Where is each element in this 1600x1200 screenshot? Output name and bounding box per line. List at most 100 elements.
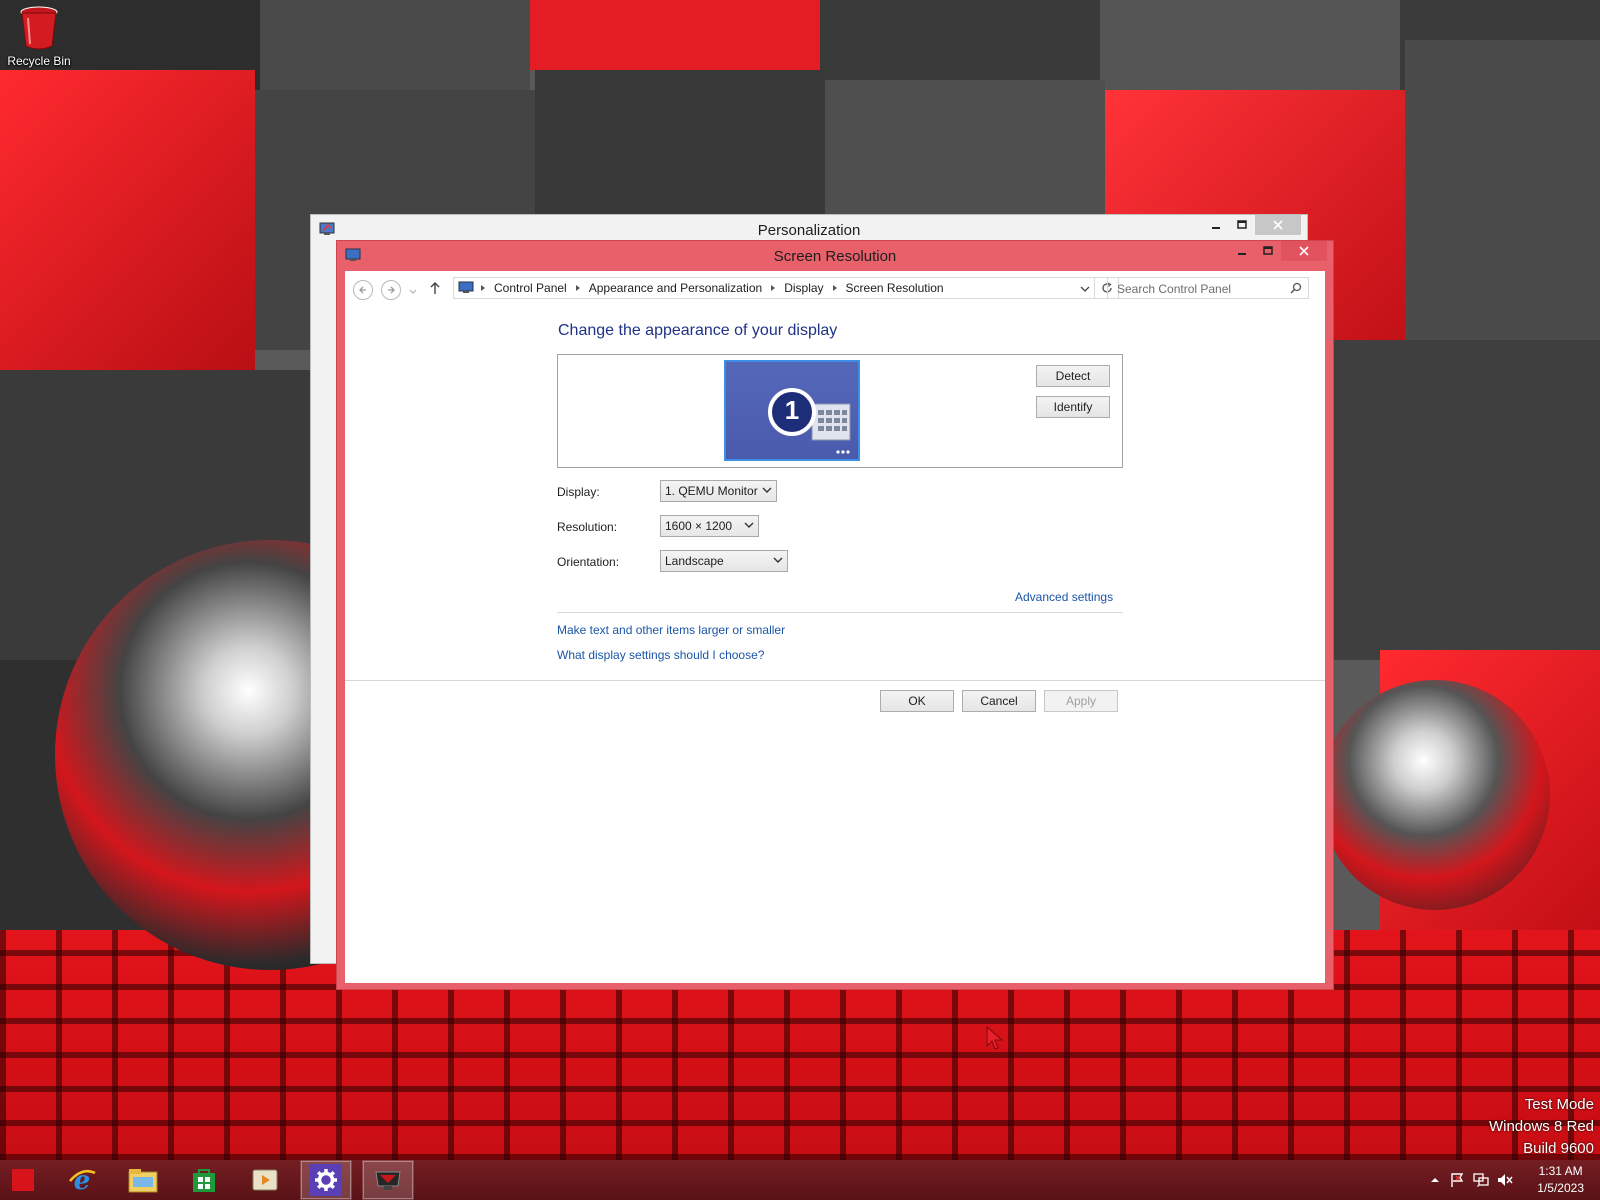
test-mode-watermark: Test Mode Windows 8 Red Build 9600: [1489, 1094, 1594, 1160]
file-explorer-button[interactable]: [117, 1160, 169, 1200]
show-hidden-icons-button[interactable]: [1425, 1176, 1445, 1184]
mouse-cursor-icon: [986, 1026, 1004, 1050]
orientation-select[interactable]: Landscape: [660, 550, 788, 572]
maximize-button[interactable]: [1255, 241, 1281, 261]
display-select-value: 1. QEMU Monitor: [665, 484, 758, 498]
personalization-title: Personalization: [757, 222, 861, 239]
close-button[interactable]: [1255, 215, 1301, 235]
store-icon: [193, 1169, 215, 1192]
internet-explorer-button[interactable]: e: [56, 1160, 108, 1200]
close-icon: [1273, 220, 1283, 230]
breadcrumb-control-panel[interactable]: Control Panel: [494, 281, 567, 295]
navigation-bar: Control Panel Appearance and Personaliza…: [345, 271, 1325, 311]
search-input[interactable]: [1115, 279, 1289, 299]
identify-button[interactable]: Identify: [1036, 396, 1110, 418]
breadcrumb-separator-icon: [771, 285, 776, 291]
control-panel-icon: [458, 281, 474, 293]
watermark-line: Build 9600: [1523, 1140, 1594, 1157]
advanced-settings-link[interactable]: Advanced settings: [1015, 590, 1113, 604]
action-center-button[interactable]: [1445, 1172, 1469, 1188]
start-button[interactable]: [0, 1160, 46, 1200]
monitor-number: 1: [784, 395, 800, 425]
watermark-line: Test Mode: [1524, 1096, 1594, 1113]
network-button[interactable]: [1469, 1172, 1493, 1188]
cancel-button[interactable]: Cancel: [962, 690, 1036, 712]
breadcrumb-separator-icon: [832, 285, 837, 291]
forward-button[interactable]: [381, 280, 401, 300]
media-player-button[interactable]: [239, 1160, 291, 1200]
media-player-icon: [252, 1169, 278, 1191]
wallpaper-cube: [535, 70, 825, 220]
display-label: Display:: [557, 485, 600, 499]
wallpaper-cube: [0, 70, 255, 370]
breadcrumb-separator-icon: [575, 285, 580, 291]
divider: [345, 680, 1325, 681]
up-button[interactable]: [429, 281, 441, 298]
recycle-bin-shortcut[interactable]: Recycle Bin: [6, 6, 72, 68]
store-button[interactable]: [178, 1160, 230, 1200]
minimize-icon: [1212, 227, 1220, 229]
settings-icon: [315, 1169, 337, 1191]
taskbar: e 1:31 AM 1/5/2023: [0, 1160, 1600, 1200]
settings-taskbar-button[interactable]: [300, 1160, 352, 1200]
system-tray: [1425, 1160, 1517, 1200]
breadcrumb-appearance[interactable]: Appearance and Personalization: [589, 281, 762, 295]
screen-resolution-window[interactable]: Screen Resolution Control Panel Appearan…: [336, 240, 1334, 990]
breadcrumb-display[interactable]: Display: [784, 281, 823, 295]
search-box[interactable]: [1107, 277, 1309, 299]
wallpaper-sphere: [1320, 680, 1550, 910]
screen-resolution-titlebar[interactable]: Screen Resolution: [337, 241, 1333, 271]
wallpaper-cube: [1100, 0, 1400, 90]
window-client-area: Control Panel Appearance and Personaliza…: [345, 271, 1325, 983]
minimize-icon: [1238, 253, 1246, 255]
recycle-bin-icon: [19, 6, 59, 50]
breadcrumb-screen-resolution[interactable]: Screen Resolution: [846, 281, 944, 295]
screen-resolution-title: Screen Resolution: [773, 248, 897, 265]
forward-arrow-icon: [388, 286, 395, 294]
recent-locations-button[interactable]: [409, 285, 417, 299]
settings-tile: [310, 1164, 342, 1196]
orientation-select-value: Landscape: [665, 554, 724, 568]
clock[interactable]: 1:31 AM 1/5/2023: [1537, 1163, 1584, 1197]
network-icon: [1473, 1173, 1489, 1187]
detect-button[interactable]: Detect: [1036, 365, 1110, 387]
internet-explorer-icon: e: [69, 1166, 96, 1195]
resolution-select-value: 1600 × 1200: [665, 519, 733, 533]
screen-resolution-window-controls: [1229, 241, 1327, 261]
search-icon[interactable]: [1290, 282, 1302, 294]
apply-button[interactable]: Apply: [1044, 690, 1118, 712]
close-button[interactable]: [1281, 241, 1327, 261]
minimize-button[interactable]: [1203, 215, 1229, 235]
chevron-down-icon: [409, 289, 417, 294]
breadcrumb-separator-icon: [481, 285, 485, 291]
maximize-icon: [1237, 220, 1247, 229]
text-size-link[interactable]: Make text and other items larger or smal…: [557, 623, 785, 637]
chevron-down-icon: [1080, 286, 1090, 292]
display-select[interactable]: 1. QEMU Monitor: [660, 480, 777, 502]
recycle-bin-label: Recycle Bin: [7, 54, 71, 68]
display-settings-taskbar-button[interactable]: [362, 1160, 414, 1200]
monitor-1-tile[interactable]: 1: [724, 360, 860, 461]
address-history-dropdown[interactable]: [1080, 283, 1090, 297]
resolution-select[interactable]: 1600 × 1200: [660, 515, 759, 537]
minimize-button[interactable]: [1229, 241, 1255, 261]
divider: [557, 612, 1123, 613]
close-icon: [1299, 246, 1309, 256]
ok-button[interactable]: OK: [880, 690, 954, 712]
flag-icon: [1451, 1173, 1464, 1187]
address-bar[interactable]: Control Panel Appearance and Personaliza…: [453, 277, 1095, 299]
clock-time: 1:31 AM: [1538, 1164, 1583, 1178]
page-title: Change the appearance of your display: [558, 322, 838, 339]
display-help-link[interactable]: What display settings should I choose?: [557, 648, 764, 662]
chevron-down-icon: [744, 522, 754, 528]
back-button[interactable]: [353, 280, 373, 300]
speaker-muted-icon: [1498, 1174, 1513, 1186]
up-arrow-icon: [430, 282, 440, 294]
maximize-button[interactable]: [1229, 215, 1255, 235]
volume-button[interactable]: [1493, 1172, 1517, 1188]
wallpaper-cube: [1405, 40, 1600, 340]
wallpaper-cube: [1330, 340, 1600, 660]
watermark-line: Windows 8 Red: [1488, 1118, 1594, 1135]
monitor-arrangement-panel: 1 Detect Identify: [557, 354, 1123, 468]
orientation-label: Orientation:: [557, 555, 620, 569]
